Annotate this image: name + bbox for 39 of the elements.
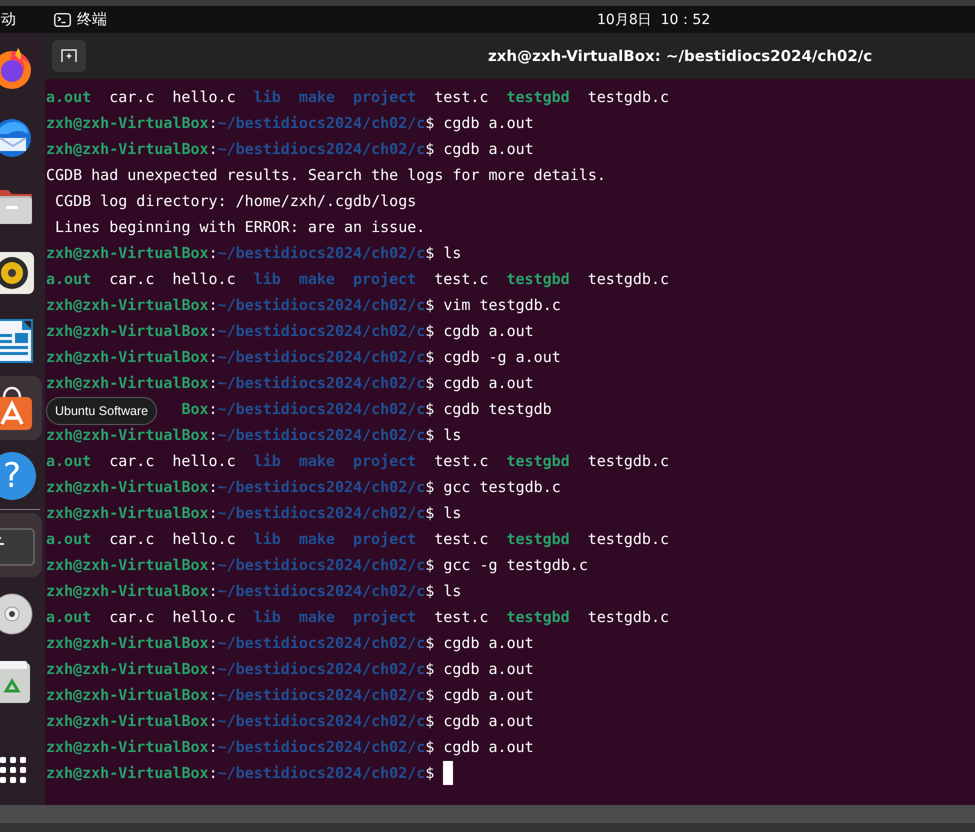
terminal-line: zxh@zxh-VirtualBox:~/bestidiocs2024/ch02/c$ ls: [46, 425, 462, 446]
terminal-line: zxh@zxh-VirtualBox:~/bestidiocs2024/ch02/c$ cgdb a.out: [46, 659, 534, 680]
terminal-line: a.out car.c hello.c lib make project test.c testgbd testgdb.c: [46, 451, 670, 472]
app-menu[interactable]: 终端: [77, 10, 107, 29]
terminal-line: CGDB had unexpected results. Search the logs for more details.: [46, 165, 606, 186]
clock[interactable]: 10月8日 10：52: [597, 10, 710, 28]
document-icon: [0, 316, 36, 364]
terminal-line: zxh@zxh-VirtualBox:~/bestidiocs2024/ch02/c$ cgdb a.out: [46, 685, 534, 706]
terminal-line: zxh@zxh-VirtualBox:~/bestidiocs2024/ch02/c$ gcc -g testgdb.c: [46, 555, 588, 576]
dock-item[interactable]: [0, 376, 42, 440]
terminal-icon: [54, 12, 71, 26]
activities-button[interactable]: 动: [0, 10, 18, 29]
terminal-line: zxh@zxh-VirtualBox:~/bestidiocs2024/ch02/c$ cgdb a.out: [46, 113, 534, 134]
terminal-line: zxh@zxh-VirtualBox:~/bestidiocs2024/ch02/c$ cgdb a.out: [46, 139, 534, 160]
help-icon: ?: [0, 452, 36, 500]
terminal-line: zxh@zxh-VirtualBox:~/bestidiocs2024/ch02/c$ cgdb a.out: [46, 373, 534, 394]
app-grid-icon: [0, 757, 26, 783]
new-tab-button[interactable]: [52, 40, 86, 72]
terminal-line: a.out car.c hello.c lib make project test.c testgbd testgdb.c: [46, 607, 670, 628]
terminal-line: zxh@zxh-VirtualBox:~/bestidiocs2024/ch02/c$ cgdb a.out: [46, 711, 534, 732]
terminal-line: zxh@zxh-VirtualBox:~/bestidiocs2024/ch02/c$ cgdb -g a.out: [46, 347, 561, 368]
terminal-line: CGDB log directory: /home/zxh/.cgdb/logs: [54, 191, 416, 212]
terminal-line: zxh@zxh-VirtualBox:~/bestidiocs2024/ch02/c$ cgdb a.out: [46, 737, 534, 758]
terminal-line: zxh@zxh-VirtualBox:~/bestidiocs2024/ch02/c$ ls: [46, 243, 462, 264]
terminal-line: zxh@zxh-VirtualBox:~/bestidiocs2024/ch02/c$ cgdb a.out: [46, 633, 534, 654]
terminal-line: zxh@zxh-VirtualBox:~/bestidiocs2024/ch02/c$ gcc testgdb.c: [46, 477, 561, 498]
terminal-line: Box:~/bestidiocs2024/ch02/c$ cgdb testgdb: [181, 399, 552, 420]
terminal-line: zxh@zxh-VirtualBox:~/bestidiocs2024/ch02/c$ ls: [46, 581, 462, 602]
terminal-line: a.out car.c hello.c lib make project test.c testgbd testgdb.c: [46, 529, 670, 550]
terminal-line: zxh@zxh-VirtualBox:~/bestidiocs2024/ch02/c$: [46, 763, 434, 784]
terminal-line: zxh@zxh-VirtualBox:~/bestidiocs2024/ch02/c$ ls: [46, 503, 462, 524]
terminal-line: a.out car.c hello.c lib make project test.c testgbd testgdb.c: [46, 269, 670, 290]
terminal-line: a.out car.c hello.c lib make project test.c testgbd testgdb.c: [46, 87, 670, 108]
new-tab-icon: [61, 49, 77, 63]
terminal-line: zxh@zxh-VirtualBox:~/bestidiocs2024/ch02/c$ cgdb a.out: [46, 321, 534, 342]
terminal-line: zxh@zxh-VirtualBox:~/bestidiocs2024/ch02/c$ vim testgdb.c: [46, 295, 561, 316]
window-title: zxh@zxh-VirtualBox: ~/bestidiocs2024/ch02/c: [488, 47, 872, 65]
tooltip: Ubuntu Software: [46, 397, 158, 425]
terminal-line: Lines beginning with ERROR: are an issue.: [54, 217, 426, 238]
